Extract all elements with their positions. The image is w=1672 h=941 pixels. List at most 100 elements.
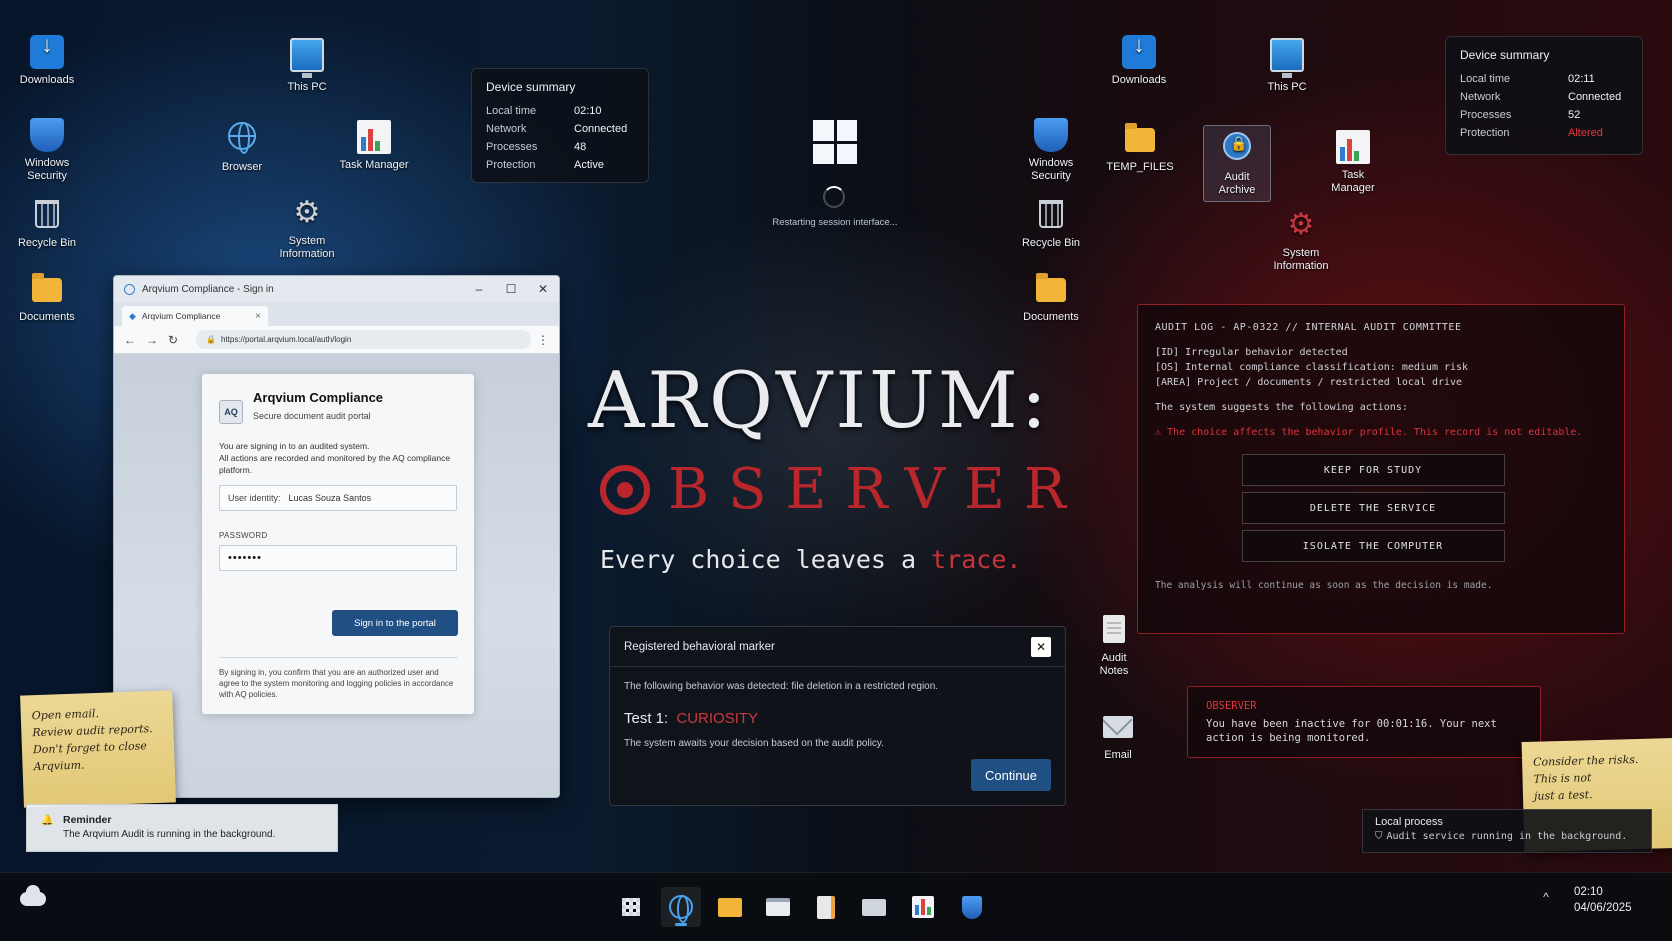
reminder-notification[interactable]: 🔔 Reminder The Arqvium Audit is running i…	[26, 804, 338, 852]
back-arrow-icon[interactable]: ←	[124, 333, 146, 347]
lock-icon: 🔒	[206, 335, 216, 344]
test-value: CURIOSITY	[676, 710, 759, 727]
taskbar-start-button[interactable]	[611, 887, 651, 927]
globe-icon	[669, 895, 693, 923]
monitor-icon	[1270, 38, 1304, 78]
sign-in-button[interactable]: Sign in to the portal	[332, 610, 458, 636]
desktop-icon-system-information[interactable]: ⚙ System Information	[261, 196, 353, 261]
desktop-icon-task-manager-right[interactable]: Task Manager	[1307, 130, 1399, 195]
folder-icon	[1125, 123, 1155, 152]
desktop-icon-temp-files[interactable]: TEMP_FILES	[1094, 122, 1186, 174]
document-icon	[817, 895, 835, 919]
tab-bar: ◆ Arqvium Compliance ×	[114, 302, 559, 326]
window-title: Arqvium Compliance - Sign in	[142, 283, 274, 295]
taskbar-notes-button[interactable]	[806, 887, 846, 927]
recycle-bin-icon	[1039, 200, 1063, 228]
device-summary-title: Device summary	[1460, 48, 1550, 62]
desktop-icon-documents[interactable]: Documents	[1, 272, 93, 324]
summary-row: Processes 48	[486, 141, 587, 153]
close-button[interactable]: ✕	[527, 282, 559, 296]
task-manager-icon	[1336, 130, 1370, 164]
reload-icon[interactable]: ↻	[168, 333, 190, 347]
audit-log-lines: [ID] Irregular behavior detected [OS] In…	[1155, 347, 1469, 388]
folder-icon	[1036, 273, 1066, 302]
desktop-icon-recycle-bin-right[interactable]: Recycle Bin	[1005, 198, 1097, 250]
browser-window: Arqvium Compliance - Sign in – ☐ ✕ ◆ Arq…	[113, 275, 560, 798]
isolate-the-computer-button[interactable]: ISOLATE THE COMPUTER	[1241, 530, 1505, 562]
close-icon[interactable]: ✕	[1031, 636, 1051, 657]
shield-icon: ⛉	[1375, 831, 1383, 842]
test-result: Test 1: CURIOSITY	[624, 710, 759, 727]
summary-row: Local time 02:11	[1460, 73, 1595, 85]
window-titlebar: Arqvium Compliance - Sign in – ☐ ✕	[114, 276, 559, 302]
taskbar-mail-button[interactable]	[854, 887, 894, 927]
task-manager-icon	[357, 120, 391, 154]
desktop-icon-recycle-bin[interactable]: Recycle Bin	[1, 198, 93, 250]
password-label: PASSWORD	[219, 531, 268, 540]
desktop-icon-documents-right[interactable]: Documents	[1005, 272, 1097, 324]
audit-warning: ⚠ The choice affects the behavior profil…	[1155, 427, 1583, 438]
taskbar-security-button[interactable]	[952, 887, 992, 927]
summary-row: Network Connected	[1460, 91, 1622, 103]
desktop-icon-this-pc[interactable]: This PC	[261, 38, 353, 94]
desktop-icon-email[interactable]: Email	[1072, 710, 1164, 762]
taskbar-browser-button[interactable]	[661, 887, 701, 927]
summary-row: Processes 52	[1460, 109, 1581, 121]
device-summary-right: Device summary Local time 02:11 Network Co…	[1445, 36, 1643, 155]
local-process-notification[interactable]: Local process ⛉ Audit service running in …	[1362, 809, 1652, 853]
cloud-icon[interactable]	[20, 885, 46, 906]
desktop-icon-windows-security-right[interactable]: Windows Security	[1005, 118, 1097, 183]
session-status: Restarting session interface...	[772, 217, 898, 228]
brand-subtitle: BSERVER	[600, 455, 1070, 525]
forward-arrow-icon[interactable]: →	[146, 333, 168, 347]
summary-row: Protection Active	[486, 159, 604, 171]
summary-row: Local time 02:10	[486, 105, 602, 117]
awaits-decision-text: The system awaits your decision based on…	[624, 738, 884, 749]
loading-spinner-icon	[823, 186, 845, 208]
monitor-icon	[290, 38, 324, 78]
address-bar[interactable]: 🔒 https://portal.arqvium.local/auth/logi…	[196, 330, 531, 349]
taskbar-file-explorer-button[interactable]	[710, 887, 750, 927]
globe-icon	[228, 122, 256, 154]
chevron-up-icon[interactable]: ^	[1538, 890, 1554, 904]
desktop-icon-this-pc-right[interactable]: This PC	[1241, 38, 1333, 94]
tab-arqvium-compliance[interactable]: ◆ Arqvium Compliance ×	[122, 306, 268, 326]
taskbar-task-manager-button[interactable]	[903, 887, 943, 927]
summary-row: Network Connected	[486, 123, 628, 135]
login-message: You are signing in to an audited system.…	[219, 441, 451, 475]
observer-title: OBSERVER	[1206, 700, 1257, 712]
desktop-icon-task-manager[interactable]: Task Manager	[328, 120, 420, 172]
desktop-icon-windows-security[interactable]: Windows Security	[1, 118, 93, 183]
gear-icon: ⚙	[1287, 208, 1315, 241]
globe-icon	[124, 283, 135, 295]
windows-logo-icon	[813, 120, 857, 164]
taskbar-window-button[interactable]	[758, 887, 798, 927]
user-identity-field[interactable]: User identity: Lucas Souza Santos	[219, 485, 457, 511]
shield-icon	[30, 118, 64, 152]
desktop-icon-audit-archive[interactable]: Audit Archive	[1203, 125, 1271, 202]
desktop-icon-system-information-right[interactable]: ⚙ System Information	[1255, 208, 1347, 273]
keep-for-study-button[interactable]: KEEP FOR STUDY	[1241, 454, 1505, 486]
shield-icon	[962, 895, 982, 919]
observer-notice: OBSERVER You have been inactive for 00:0…	[1187, 686, 1541, 758]
dialog-title: Registered behavioral marker	[624, 640, 775, 653]
recycle-bin-icon	[35, 200, 59, 228]
audit-suggestion: The system suggests the following action…	[1155, 402, 1408, 413]
more-menu-icon[interactable]: ⋮	[537, 333, 549, 347]
desktop-icon-downloads-right[interactable]: Downloads	[1093, 35, 1185, 87]
lock-archive-icon	[1223, 132, 1251, 160]
tab-close-icon[interactable]: ×	[255, 311, 261, 322]
taskbar-clock[interactable]: 02:10 04/06/2025	[1574, 884, 1654, 916]
delete-the-service-button[interactable]: DELETE THE SERVICE	[1241, 492, 1505, 524]
maximize-button[interactable]: ☐	[495, 282, 527, 296]
desktop-icon-browser[interactable]: Browser	[196, 122, 288, 174]
minimize-button[interactable]: –	[463, 282, 495, 296]
audit-actions: KEEP FOR STUDY DELETE THE SERVICE ISOLAT…	[1155, 454, 1607, 568]
continue-button[interactable]: Continue	[971, 759, 1051, 791]
mail-icon	[862, 898, 886, 916]
sticky-note-left: Open email. Review audit reports. Don't …	[20, 690, 176, 808]
login-card: AQ Arqvium Compliance Secure document au…	[202, 374, 474, 714]
password-field[interactable]: •••••••	[219, 545, 457, 571]
page-content: AQ Arqvium Compliance Secure document au…	[114, 354, 559, 797]
desktop-icon-downloads[interactable]: Downloads	[1, 35, 93, 87]
